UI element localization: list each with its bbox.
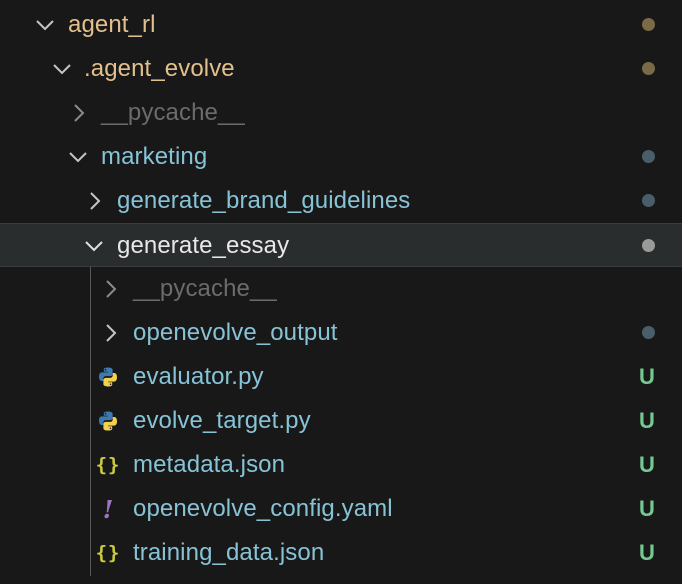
chevron-down-icon[interactable]	[66, 135, 90, 179]
folder-label: generate_brand_guidelines	[117, 187, 411, 214]
folder-label: generate_essay	[117, 232, 290, 259]
modified-dot-icon	[642, 194, 655, 207]
modified-dot-icon	[642, 150, 655, 163]
modified-dot-icon	[642, 18, 655, 31]
tree-item-evaluator-py[interactable]: evaluator.py U	[0, 355, 682, 399]
tree-item-openevolve-config-yaml[interactable]: ! openevolve_config.yaml U	[0, 487, 682, 531]
python-icon	[96, 399, 120, 443]
json-braces-icon: {}	[95, 542, 121, 564]
chevron-right-icon[interactable]	[99, 267, 123, 311]
modified-dot-icon	[642, 326, 655, 339]
folder-label: agent_rl	[68, 11, 156, 38]
modified-dot-icon	[642, 62, 655, 75]
folder-label: __pycache__	[101, 99, 245, 126]
folder-label: marketing	[101, 143, 208, 170]
chevron-down-icon[interactable]	[33, 3, 57, 47]
tree-item-agent-rl[interactable]: agent_rl	[0, 3, 682, 47]
tree-item-pycache[interactable]: __pycache__	[0, 267, 682, 311]
file-label: openevolve_config.yaml	[133, 495, 393, 522]
untracked-badge: U	[639, 452, 655, 477]
tree-item-openevolve-output[interactable]: openevolve_output	[0, 311, 682, 355]
folder-label: __pycache__	[133, 275, 277, 302]
yaml-exclamation-icon: !	[102, 494, 114, 524]
tree-item-agent-evolve[interactable]: .agent_evolve	[0, 47, 682, 91]
file-label: evolve_target.py	[133, 407, 311, 434]
untracked-badge: U	[639, 408, 655, 433]
chevron-down-icon[interactable]	[50, 47, 74, 91]
python-icon	[96, 355, 120, 399]
untracked-badge: U	[639, 496, 655, 521]
tree-item-generate-brand-guidelines[interactable]: generate_brand_guidelines	[0, 179, 682, 223]
tree-item-marketing[interactable]: marketing	[0, 135, 682, 179]
chevron-right-icon[interactable]	[83, 179, 107, 223]
untracked-badge: U	[639, 364, 655, 389]
chevron-down-icon[interactable]	[82, 224, 106, 268]
folder-label: .agent_evolve	[84, 55, 235, 82]
untracked-badge: U	[639, 540, 655, 565]
modified-dot-icon	[642, 239, 655, 252]
tree-item-training-data-json[interactable]: {} training_data.json U	[0, 531, 682, 575]
tree-item-pycache[interactable]: __pycache__	[0, 91, 682, 135]
json-braces-icon: {}	[95, 454, 121, 476]
tree-item-evolve-target-py[interactable]: evolve_target.py U	[0, 399, 682, 443]
tree-item-generate-essay[interactable]: generate_essay	[0, 223, 682, 267]
chevron-right-icon[interactable]	[99, 311, 123, 355]
file-explorer: agent_rl .agent_evolve __pycache__ marke…	[0, 0, 682, 584]
chevron-right-icon[interactable]	[67, 91, 91, 135]
tree-item-metadata-json[interactable]: {} metadata.json U	[0, 443, 682, 487]
folder-label: openevolve_output	[133, 319, 338, 346]
file-label: evaluator.py	[133, 363, 264, 390]
file-label: training_data.json	[133, 539, 325, 566]
file-label: metadata.json	[133, 451, 286, 478]
